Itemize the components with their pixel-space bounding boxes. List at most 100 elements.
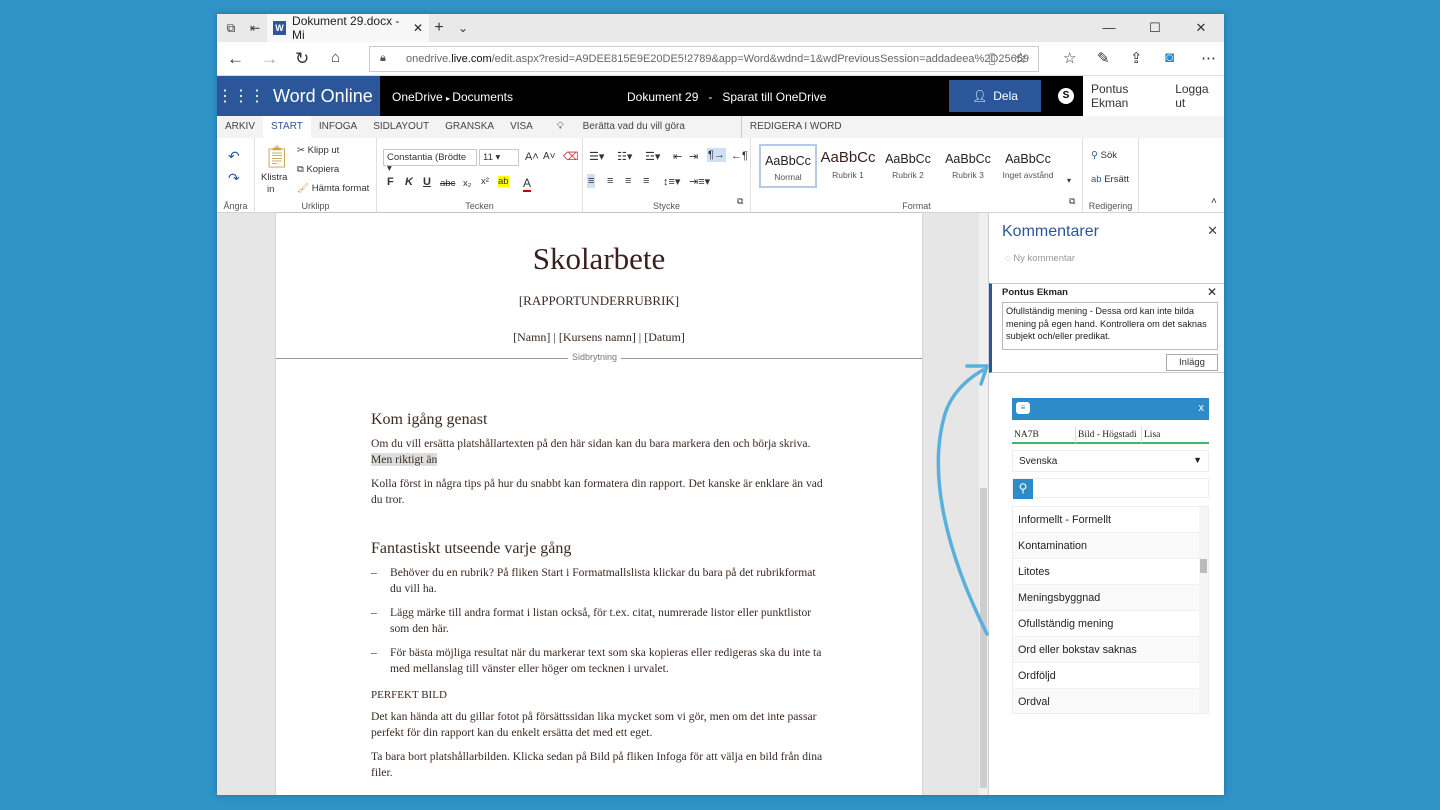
browser-tab[interactable]: W Dokument 29.docx - Mi ✕ (267, 14, 429, 42)
set-aside-tabs-icon[interactable]: ⇤ (247, 20, 263, 36)
addin-scrollbar[interactable] (1199, 507, 1208, 713)
subscript-icon[interactable]: x₂ (463, 178, 471, 189)
tab-granska[interactable]: GRANSKA (437, 116, 502, 138)
paragraph-spacing-icon[interactable]: ⇥≡▾ (689, 175, 710, 188)
addin-column-bild[interactable]: Bild - Högstadi (1076, 426, 1142, 444)
style-heading1[interactable]: AaBbCc Rubrik 1 (819, 144, 877, 188)
reading-view-icon[interactable]: ▯ (988, 49, 996, 67)
redo-icon[interactable]: ↷ (228, 170, 240, 187)
document-title[interactable]: Dokument 29 - Sparat till OneDrive (627, 90, 826, 104)
user-name[interactable]: Pontus Ekman (1083, 82, 1167, 110)
document-scrollbar[interactable] (979, 213, 988, 795)
align-left-icon[interactable]: ≡ (587, 174, 596, 188)
list-item[interactable]: Litotes (1013, 559, 1208, 585)
highlighted-fragment[interactable]: Men riktigt än (371, 452, 438, 466)
ltr-icon[interactable]: ¶→ (707, 148, 726, 162)
undo-icon[interactable]: ↶ (228, 148, 240, 165)
multilevel-icon[interactable]: ☲▾ (645, 150, 660, 163)
paste-icon[interactable]: 📋︎ (263, 144, 291, 170)
style-heading3[interactable]: AaBbCc Rubrik 3 (939, 144, 997, 188)
style-normal[interactable]: AaBbCc Normal (759, 144, 817, 188)
style-heading2[interactable]: AaBbCc Rubrik 2 (879, 144, 937, 188)
font-color-icon[interactable]: A (523, 176, 532, 192)
tab-infoga[interactable]: INFOGA (311, 116, 365, 138)
document-page[interactable]: Skolarbete [RAPPORTUNDERRUBRIK] [Namn] |… (276, 213, 922, 795)
list-item[interactable]: Informellt - Formellt (1013, 507, 1208, 533)
grow-font-icon[interactable]: A˄ (525, 151, 539, 163)
url-field[interactable]: 🔒︎ onedrive. live.com/edit.aspx?resid=A9D… (369, 46, 1039, 72)
share-button[interactable]: 👤︎ Dela (949, 80, 1041, 112)
minimize-icon[interactable]: — (1086, 14, 1132, 42)
maximize-icon[interactable]: ☐ (1132, 14, 1178, 42)
styles-more-icon[interactable]: ▾ (1067, 176, 1071, 185)
rtl-icon[interactable]: ←¶ (731, 150, 748, 162)
find-button[interactable]: ⚲ Sök (1091, 150, 1117, 161)
align-center-icon[interactable]: ≡ (607, 175, 613, 187)
extension-icon[interactable]: ◙ (1165, 49, 1174, 66)
list-item[interactable]: Ordföljd (1013, 663, 1208, 689)
forward-icon[interactable]: → (261, 49, 278, 69)
bold-icon[interactable]: F (387, 176, 394, 188)
new-tab-icon[interactable]: + (431, 20, 447, 36)
list-item[interactable]: Ord eller bokstav saknas (1013, 637, 1208, 663)
list-item[interactable]: Kontamination (1013, 533, 1208, 559)
skype-button[interactable]: S (1049, 80, 1083, 112)
tell-me-box[interactable]: 💡︎ Berätta vad du vill göra (541, 116, 701, 138)
logout-link[interactable]: Logga ut (1167, 82, 1224, 110)
increase-indent-icon[interactable]: ⇥ (689, 150, 698, 163)
font-size-select[interactable]: 11 ▾ (479, 149, 519, 166)
post-comment-button[interactable]: Inlägg (1166, 354, 1218, 371)
list-item[interactable]: Meningsbyggnad (1013, 585, 1208, 611)
app-launcher-icon[interactable]: ⋮⋮⋮ (217, 86, 265, 106)
tab-list-chevron-icon[interactable]: ⌄ (455, 20, 471, 36)
highlight-icon[interactable]: ab (498, 176, 509, 187)
new-comment-button[interactable]: ◌ Ny kommentar (1005, 253, 1075, 264)
more-icon[interactable]: ⋯ (1201, 49, 1216, 67)
align-right-icon[interactable]: ≡ (625, 175, 631, 187)
addin-scrollbar-thumb[interactable] (1200, 559, 1207, 573)
language-select[interactable]: Svenska ▼ (1012, 450, 1209, 472)
format-painter-button[interactable]: 🖌︎ Hämta format (297, 183, 369, 194)
scrollbar-thumb[interactable] (980, 488, 987, 788)
collapse-ribbon-icon[interactable]: ˄ (1211, 196, 1217, 207)
close-window-icon[interactable]: ✕ (1178, 14, 1224, 42)
bullets-icon[interactable]: ☰▾ (589, 150, 604, 163)
search-icon[interactable]: ⚲ (1013, 479, 1033, 499)
strikethrough-icon[interactable]: abc (440, 178, 455, 189)
decrease-indent-icon[interactable]: ⇤ (673, 150, 682, 163)
favorites-hub-icon[interactable]: ☆ (1063, 49, 1076, 67)
breadcrumb-documents[interactable]: Documents (452, 90, 513, 104)
addin-close[interactable]: x (1199, 402, 1205, 414)
justify-icon[interactable]: ≡ (643, 175, 649, 187)
line-spacing-icon[interactable]: ↕≡▾ (663, 175, 680, 188)
clear-format-icon[interactable]: ⌫ (563, 150, 579, 163)
discard-comment-icon[interactable]: ✕ (1207, 285, 1217, 299)
numbering-icon[interactable]: ☷▾ (617, 150, 632, 163)
web-note-icon[interactable]: ✎ (1097, 49, 1110, 67)
underline-icon[interactable]: U (423, 176, 431, 188)
close-comments-icon[interactable]: ✕ (1207, 223, 1218, 239)
tab-sidlayout[interactable]: SIDLAYOUT (365, 116, 437, 138)
italic-icon[interactable]: K (405, 176, 413, 188)
favorite-star-icon[interactable]: ☆ (1014, 49, 1027, 67)
addin-search[interactable]: ⚲ (1012, 478, 1209, 499)
home-icon[interactable]: ⌂ (331, 49, 340, 66)
tab-preview-icon[interactable]: ⧉ (223, 20, 239, 36)
tab-arkiv[interactable]: ARKIV (217, 116, 263, 138)
breadcrumb-onedrive[interactable]: OneDrive (392, 90, 443, 104)
addin-column-na7b[interactable]: NA7B (1012, 426, 1076, 444)
shrink-font-icon[interactable]: A˅ (543, 151, 556, 162)
close-tab-icon[interactable]: ✕ (413, 21, 429, 35)
addin-column-lisa[interactable]: Lisa (1142, 426, 1209, 444)
comment-textarea[interactable]: Ofullständig mening - Dessa ord kan inte… (1002, 302, 1218, 350)
copy-button[interactable]: ⧉ Kopiera (297, 164, 339, 175)
list-item[interactable]: Ofullständig mening (1013, 611, 1208, 637)
tab-start[interactable]: START (263, 116, 311, 138)
tab-visa[interactable]: VISA (502, 116, 541, 138)
list-item[interactable]: Ordval (1013, 689, 1208, 713)
font-name-select[interactable]: Constantia (Brödte ▾ (383, 149, 477, 174)
replace-button[interactable]: ab Ersätt (1091, 174, 1129, 185)
paste-label[interactable]: Klistra (261, 172, 287, 183)
share-page-icon[interactable]: ⇪ (1130, 49, 1143, 67)
refresh-icon[interactable]: ↻ (295, 49, 309, 69)
